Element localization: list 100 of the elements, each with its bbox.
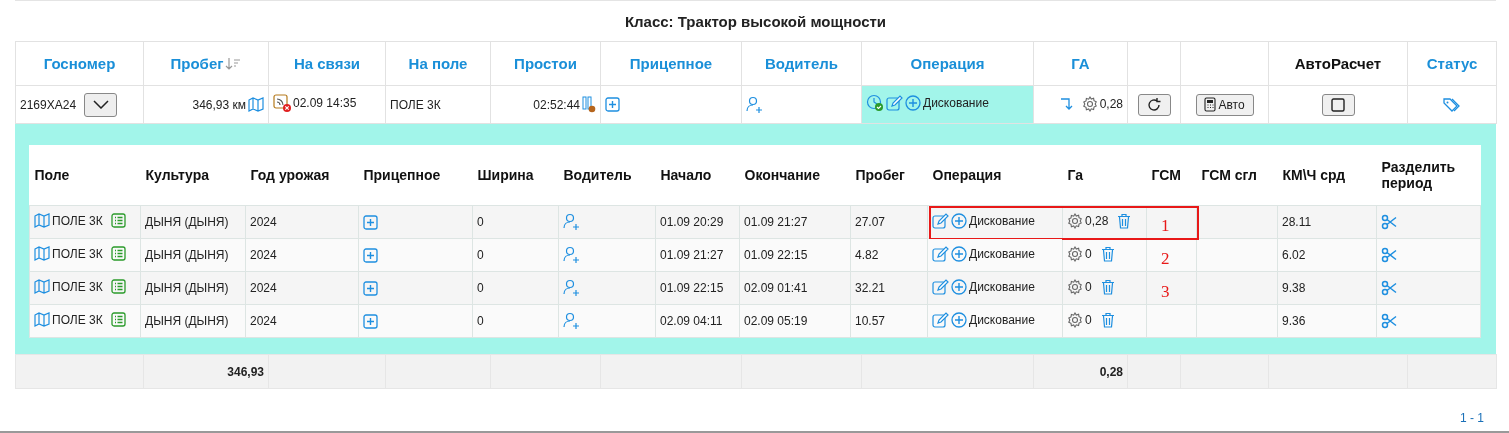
tags-icon[interactable] (1443, 96, 1461, 113)
add-icon[interactable] (605, 97, 620, 113)
autocalc-checkbox-button[interactable] (1321, 93, 1355, 116)
column-header: Начало (660, 167, 712, 183)
add-person-icon[interactable] (746, 95, 763, 114)
clock-check-icon[interactable] (866, 94, 884, 112)
list-icon[interactable] (110, 246, 126, 261)
list-icon[interactable] (110, 312, 126, 327)
trash-icon[interactable] (1099, 245, 1116, 262)
map-icon[interactable] (34, 213, 50, 228)
add-circle-icon[interactable] (951, 245, 967, 262)
trash-icon[interactable] (1099, 278, 1116, 295)
width-value: 0 (477, 314, 484, 328)
scissors-icon[interactable] (1381, 313, 1397, 329)
column-header: Окончание (744, 167, 820, 183)
list-icon[interactable] (110, 213, 126, 228)
operation-cell[interactable]: Дискование (861, 85, 1034, 124)
map-icon[interactable] (34, 312, 50, 327)
add-person-icon[interactable] (563, 312, 580, 330)
area-value: 0 (1085, 279, 1092, 294)
gear-icon[interactable] (1067, 245, 1083, 262)
column-header[interactable]: Операция (910, 55, 985, 72)
add-icon[interactable] (363, 313, 378, 329)
map-icon[interactable] (34, 246, 50, 261)
trash-icon[interactable] (1099, 311, 1116, 328)
gear-icon[interactable] (1067, 311, 1083, 328)
width-value: 0 (477, 215, 484, 229)
mileage-value: 346,93 км (192, 97, 246, 112)
add-person-icon[interactable] (563, 213, 580, 231)
column-header: Ширина (477, 167, 534, 183)
add-icon[interactable] (363, 280, 378, 296)
add-circle-icon[interactable] (951, 311, 967, 328)
start-time: 02.09 04:11 (660, 314, 723, 328)
column-header[interactable]: ГА (1071, 55, 1090, 72)
refresh-button[interactable] (1137, 93, 1171, 116)
column-header: Культура (145, 167, 210, 183)
column-header: Разделить период (1381, 159, 1456, 191)
field-name: ПОЛЕ 3К (390, 97, 441, 112)
last-seen-time: 02.09 14:35 (293, 96, 357, 110)
gear-icon[interactable] (1081, 95, 1098, 112)
column-header: Год урожая (250, 167, 330, 183)
average-speed: 9.36 (1282, 314, 1306, 328)
column-header: ГСМ сгл (1201, 167, 1257, 183)
culture-name: ДЫНЯ (ДЫНЯ) (145, 248, 229, 262)
plate-number: 2169ХА24 (20, 97, 77, 112)
edit-icon[interactable] (932, 311, 949, 328)
edit-icon[interactable] (932, 278, 949, 295)
add-person-icon[interactable] (563, 246, 580, 264)
area-value: 0,28 (1099, 96, 1123, 111)
area-value: 0,28 (1085, 213, 1109, 228)
average-speed: 6.02 (1282, 248, 1306, 262)
page-title: Класс: Трактор высокой мощности (624, 12, 887, 30)
column-header: ГСМ (1151, 167, 1181, 183)
culture-name: ДЫНЯ (ДЫНЯ) (145, 281, 229, 295)
add-circle-icon[interactable] (905, 95, 921, 111)
idle-bars-icon[interactable] (582, 96, 596, 113)
dropdown-button[interactable] (84, 92, 118, 117)
add-circle-icon[interactable] (951, 212, 967, 229)
gear-icon[interactable] (1067, 212, 1083, 229)
add-icon[interactable] (363, 214, 378, 230)
column-header: Прицепное (363, 167, 441, 183)
turn-down-icon[interactable] (1059, 96, 1074, 111)
add-icon[interactable] (363, 247, 378, 263)
total-area: 0,28 (1099, 364, 1123, 379)
trash-icon[interactable] (1116, 212, 1133, 229)
edit-icon[interactable] (886, 95, 903, 111)
sort-descending-icon[interactable] (225, 57, 242, 70)
list-icon[interactable] (110, 279, 126, 294)
end-time: 02.09 05:19 (744, 314, 808, 328)
column-header: Поле (34, 167, 70, 183)
column-header: Га (1067, 167, 1084, 183)
scissors-icon[interactable] (1381, 247, 1397, 263)
map-icon[interactable] (248, 97, 264, 112)
scissors-icon[interactable] (1381, 214, 1397, 230)
annotation-number: 3 (1161, 282, 1170, 302)
map-icon[interactable] (34, 279, 50, 294)
chevron-down-icon (92, 100, 109, 109)
add-person-icon[interactable] (563, 279, 580, 297)
column-header: КМ\Ч срд (1282, 167, 1346, 183)
scissors-icon[interactable] (1381, 280, 1397, 296)
harvest-year: 2024 (250, 314, 277, 328)
operation-name: Дискование (969, 312, 1035, 327)
gear-icon[interactable] (1067, 278, 1083, 295)
area-value: 0 (1085, 312, 1092, 327)
average-speed: 28.11 (1282, 215, 1312, 229)
add-circle-icon[interactable] (951, 278, 967, 295)
area-value: 0 (1085, 246, 1092, 261)
end-time: 02.09 01:41 (744, 281, 808, 295)
column-header: АвтоРасчет (1294, 55, 1382, 72)
edit-icon[interactable] (932, 212, 949, 229)
column-header[interactable]: Пробег (170, 55, 224, 72)
harvest-year: 2024 (250, 215, 277, 229)
mileage-value: 32.21 (855, 281, 886, 295)
edit-icon[interactable] (932, 245, 949, 262)
field-name: ПОЛЕ 3К (52, 312, 103, 327)
total-mileage: 346,93 (227, 364, 264, 379)
end-time: 01.09 21:27 (744, 215, 808, 229)
annotation-number: 2 (1161, 249, 1170, 269)
auto-button[interactable]: Авто (1195, 93, 1254, 116)
mileage-value: 10.57 (855, 314, 886, 328)
